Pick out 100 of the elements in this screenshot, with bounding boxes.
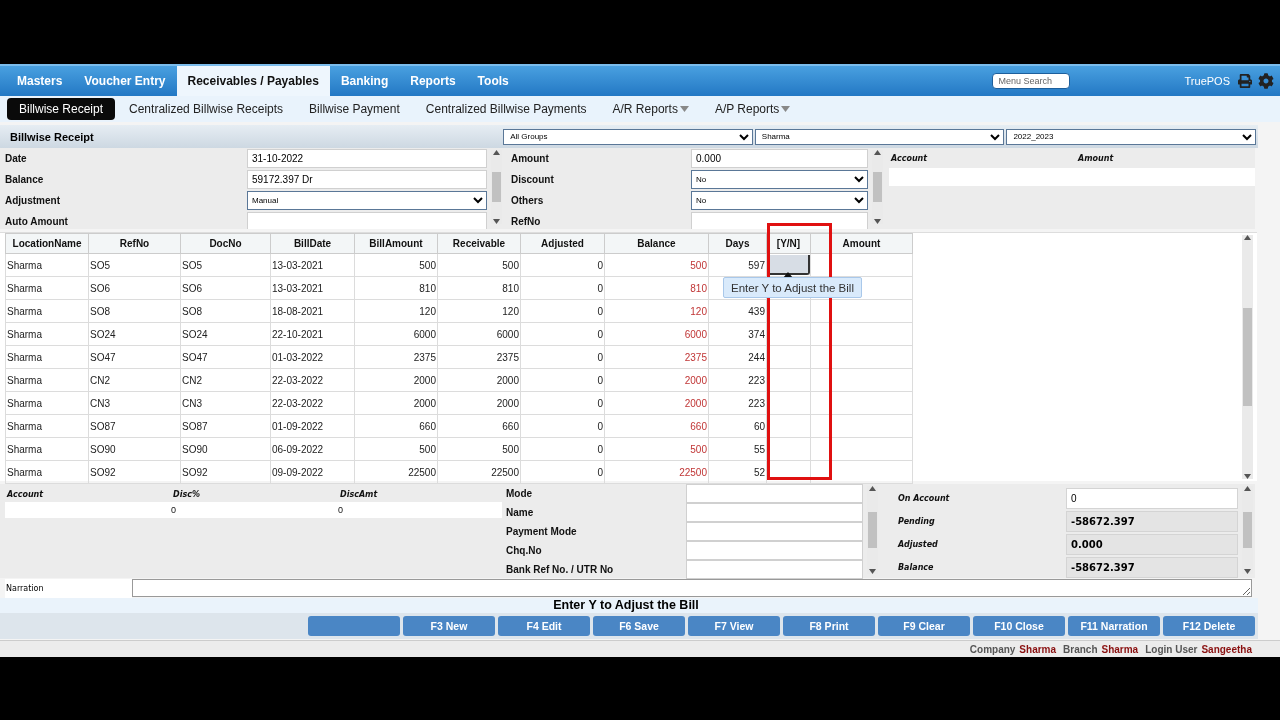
table-cell: 0	[520, 322, 605, 346]
table-cell: 223	[708, 368, 767, 392]
table-cell: 0	[520, 276, 605, 300]
table-cell: 22500	[354, 460, 438, 484]
table-cell: SO24	[88, 322, 181, 346]
table-cell: 120	[437, 299, 521, 323]
field-label: Auto Amount	[5, 215, 69, 227]
page-title: Billwise Receipt	[10, 130, 95, 143]
table-cell: Sharma	[5, 345, 89, 369]
footer-value: Sangeetha	[1201, 643, 1252, 655]
table-cell: 120	[354, 299, 438, 323]
table-cell: SO92	[88, 460, 181, 484]
table-cell: SO8	[180, 299, 271, 323]
table-cell: Sharma	[5, 299, 89, 323]
table-cell: 810	[604, 276, 709, 300]
table-cell: Sharma	[5, 414, 89, 438]
narration-label: Narration	[5, 579, 132, 598]
field-label: Others	[511, 194, 545, 206]
table-cell: 2000	[437, 368, 521, 392]
table-cell: 244	[708, 345, 767, 369]
table-cell: Sharma	[5, 460, 89, 484]
table-cell: 2375	[354, 345, 438, 369]
field-label: Adjustment	[5, 194, 61, 206]
table-cell: 2000	[604, 391, 709, 415]
table-cell: 55	[708, 437, 767, 461]
table-cell: SO24	[180, 322, 271, 346]
summary-label: Adjusted	[896, 539, 939, 549]
status-message: Enter Y to Adjust the Bill	[553, 598, 699, 612]
column-header: Disc%	[172, 490, 201, 501]
table-cell: SO5	[88, 253, 181, 277]
table-cell: SO92	[180, 460, 271, 484]
table-cell: 2000	[354, 391, 438, 415]
table-cell: 374	[708, 322, 767, 346]
field-label: Payment Mode	[506, 525, 578, 537]
table-cell: 06-09-2022	[270, 437, 355, 461]
column-header: Days	[708, 233, 767, 254]
field-label: Balance	[5, 173, 45, 185]
table-cell: 2375	[437, 345, 521, 369]
table-cell: 0	[520, 391, 605, 415]
table-cell: 09-09-2022	[270, 460, 355, 484]
table-cell: 18-08-2021	[270, 299, 355, 323]
column-header: DocNo	[180, 233, 271, 254]
table-cell: Sharma	[5, 368, 89, 392]
table-cell: 6000	[354, 322, 438, 346]
field-label: Date	[5, 152, 28, 164]
column-header: Balance	[604, 233, 709, 254]
table-cell: 22500	[437, 460, 521, 484]
tooltip: Enter Y to Adjust the Bill	[723, 277, 862, 298]
table-cell: 660	[604, 414, 709, 438]
table-cell: 0	[520, 368, 605, 392]
table-cell: 60	[708, 414, 767, 438]
table-cell: 22500	[604, 460, 709, 484]
table-cell: Sharma	[5, 253, 89, 277]
summary-value: 0.000	[1066, 533, 1238, 555]
table-cell: 0	[520, 299, 605, 323]
footer-value: Sharma	[1019, 643, 1057, 655]
column-header: Adjusted	[520, 233, 605, 254]
brand-name: TruePOS	[1184, 75, 1230, 87]
field-label: Chq.No	[506, 544, 543, 556]
table-cell: 6000	[437, 322, 521, 346]
table-cell: 2000	[354, 368, 438, 392]
table-cell: 500	[437, 437, 521, 461]
table-cell: 2000	[604, 368, 709, 392]
field-label: Discount	[511, 173, 555, 185]
table-cell: Sharma	[5, 322, 89, 346]
table-cell: 22-10-2021	[270, 322, 355, 346]
table-cell: 660	[437, 414, 521, 438]
summary-label: On Account	[897, 493, 951, 503]
table-cell: SO5	[180, 253, 271, 277]
table-cell: 223	[708, 391, 767, 415]
table-cell: 439	[708, 299, 767, 323]
column-header: DiscAmt	[339, 490, 379, 501]
field-label: Amount	[511, 152, 550, 164]
table-cell: 810	[437, 276, 521, 300]
table-cell: 01-09-2022	[270, 414, 355, 438]
table-cell: 660	[354, 414, 438, 438]
table-cell: 120	[604, 299, 709, 323]
column-header: Account	[889, 154, 929, 165]
column-header: Receivable	[437, 233, 521, 254]
table-cell: 500	[354, 253, 438, 277]
table-cell: SO87	[88, 414, 181, 438]
column-header: BillAmount	[354, 233, 438, 254]
field-label: Name	[506, 506, 535, 518]
table-cell: 0	[520, 460, 605, 484]
summary-value: -58672.397	[1066, 510, 1238, 532]
footer-label: Login User	[1145, 643, 1198, 655]
table-cell: SO90	[180, 437, 271, 461]
summary-label: Pending	[897, 516, 936, 526]
table-cell: 500	[437, 253, 521, 277]
summary-value: -58672.397	[1066, 556, 1238, 578]
table-cell: 810	[354, 276, 438, 300]
summary-label: Balance	[897, 562, 935, 572]
table-cell: Sharma	[5, 276, 89, 300]
table-cell-text: 0	[171, 505, 177, 515]
table-cell: 2375	[604, 345, 709, 369]
table-cell: CN3	[88, 391, 181, 415]
table-cell: SO87	[180, 414, 271, 438]
table-cell: 500	[354, 437, 438, 461]
table-cell: CN3	[180, 391, 271, 415]
table-cell: SO6	[180, 276, 271, 300]
